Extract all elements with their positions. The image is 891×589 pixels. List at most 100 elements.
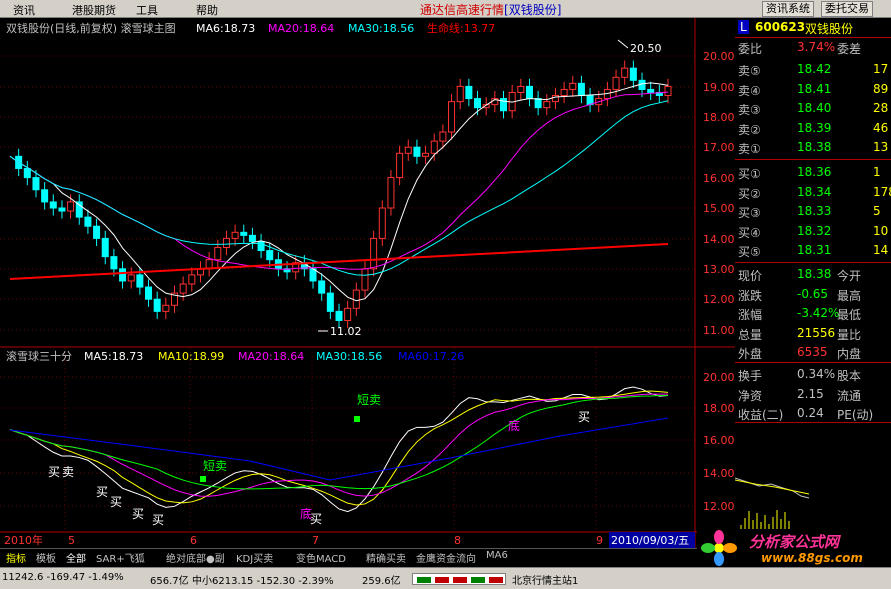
quote-stat-row: 现价 18.38 今开 — [738, 267, 862, 283]
buy-signal: 买 — [152, 513, 164, 527]
sub-y-tick: 12.00 — [703, 500, 735, 513]
app-title: 通达信高速行情[双钱股份] — [420, 3, 562, 17]
sub-y-tick: 20.00 — [703, 371, 735, 384]
sell-order-row: 卖① 18.38 13 — [738, 140, 889, 157]
buy-order-row: 买⑤ 18.31 14 — [738, 243, 889, 260]
sub-y-tick: 16.00 — [703, 434, 735, 447]
lifeline-label: 生命线:13.77 — [427, 21, 495, 35]
sz-amount: 259.6亿 — [362, 576, 401, 587]
y-tick: 18.00 — [703, 111, 735, 124]
menu-hk-futures[interactable]: 港股期货 — [72, 2, 116, 18]
tab-9[interactable]: MA6 — [486, 550, 508, 561]
quote-header: L 600623 双钱股份 — [735, 18, 891, 37]
buy-order-row: 买④ 18.32 10 — [738, 223, 889, 240]
sell-signal: 卖 — [62, 465, 74, 479]
tab-7[interactable]: 精确买卖 — [366, 550, 406, 565]
tab-1[interactable]: 模板 — [36, 550, 56, 565]
y-tick: 14.00 — [703, 233, 735, 246]
buy-order-row: 买③ 18.33 5 — [738, 204, 881, 221]
menu-tools[interactable]: 工具 — [136, 2, 158, 18]
indicator-tabbar: 指标 模板 全部 SAR+飞狐 绝对底部●副 KDJ买卖 变色MACD 精确买卖 金鹰资金流向 M… — [0, 548, 735, 566]
y-tick: 19.00 — [703, 81, 735, 94]
sh-amount: 656.7亿 — [150, 576, 189, 587]
buy-signal: 买 — [132, 507, 144, 521]
buy-signal: 买 — [110, 495, 122, 509]
sh-index: 11242.6 -169.47 -1.49% — [2, 572, 124, 583]
y-tick: 20.00 — [703, 50, 735, 63]
sz-index: 中小6213.15 -152.30 -2.39% — [192, 576, 334, 587]
main-chart-title: 双钱股份(日线,前复权) 滚雪球主图 — [6, 21, 176, 35]
intraday-mini-chart — [735, 477, 810, 531]
buy-signal: 买 — [310, 512, 322, 526]
quote-stat-row: 总量 21556 量比 — [738, 325, 862, 342]
tab-5[interactable]: KDJ买卖 — [236, 550, 273, 565]
order-ratio-row: 委比 3.74% 委差 — [738, 40, 862, 56]
flower-logo-icon — [701, 530, 737, 566]
menu-help[interactable]: 帮助 — [196, 2, 218, 18]
stock-name: 双钱股份 — [805, 22, 854, 36]
short-sell-signal: 短卖 — [203, 459, 227, 473]
sell-order-row: 卖⑤ 18.42 17 — [738, 62, 889, 78]
l-badge: L — [738, 20, 749, 34]
menubar: 资讯 港股期货 工具 帮助 通达信高速行情[双钱股份] 资讯系统 委托交易 — [0, 0, 891, 18]
sub-ma30-label: MA30:18.56 — [316, 350, 382, 363]
bottom-signal: 底 — [508, 418, 520, 433]
ma30-label: MA30:18.56 — [348, 22, 414, 35]
trade-button[interactable]: 委托交易 — [821, 1, 873, 17]
x-label: 7 — [312, 534, 319, 547]
y-tick: 15.00 — [703, 202, 735, 215]
quote-stat-row: 涨跌 -0.65 最高 — [738, 286, 862, 303]
buy-signal: 买 — [48, 465, 60, 479]
y-tick: 16.00 — [703, 172, 735, 185]
statusbar: 11242.6 -169.47 -1.49% 656.7亿 中小6213.15 … — [0, 567, 891, 589]
quote-stat-row: 涨幅 -3.42% 最低 — [738, 306, 862, 323]
tab-2[interactable]: 全部 — [66, 550, 86, 565]
x-label: 2010年 — [4, 533, 43, 547]
low-price-label: 11.02 — [330, 325, 362, 338]
quote-stat-row: 外盘 6535 内盘 — [738, 345, 862, 362]
kline-chart[interactable]: 双钱股份(日线,前复权) 滚雪球主图 MA6:18.73 MA20:18.64 … — [0, 18, 735, 548]
site-logo: 分析家公式网 www.88gs.com — [697, 529, 891, 567]
sub-y-tick: 14.00 — [703, 467, 735, 480]
stock-code: 600623 — [755, 20, 806, 34]
sub-ma5-label: MA5:18.73 — [84, 350, 143, 363]
sub-ma10-label: MA10:18.99 — [158, 350, 224, 363]
quote-stat2-row: 换手 0.34% 股本 — [738, 367, 862, 383]
x-label: 9 — [596, 534, 603, 547]
news-system-button[interactable]: 资讯系统 — [762, 1, 814, 17]
ma20-label: MA20:18.64 — [268, 22, 334, 35]
quote-panel: L 600623 双钱股份委比 3.74% 委差卖⑤ 18.42 17 卖④ 18.41 89 卖③… — [735, 18, 891, 532]
x-label: 8 — [454, 534, 461, 547]
ma6-label: MA6:18.73 — [196, 22, 255, 35]
tab-8[interactable]: 金鹰资金流向 — [416, 550, 476, 565]
y-tick: 12.00 — [703, 293, 735, 306]
menu-news[interactable]: 资讯 — [13, 2, 35, 18]
short-sell-signal: 短卖 — [357, 393, 381, 407]
sell-order-row: 卖② 18.39 46 — [738, 120, 889, 137]
y-tick: 17.00 — [703, 141, 735, 154]
sub-ma20-label: MA20:18.64 — [238, 350, 304, 363]
server-name[interactable]: 北京行情主站1 — [512, 572, 578, 587]
tab-0[interactable]: 指标 — [6, 550, 26, 565]
quote-stat2-row: 收益(二) 0.24 PE(动) — [738, 406, 874, 423]
sub-y-tick: 18.00 — [703, 402, 735, 415]
tab-3[interactable]: SAR+飞狐 — [96, 550, 145, 565]
current-date: 2010/09/03/五 — [611, 534, 689, 547]
x-label: 6 — [190, 534, 197, 547]
sell-order-row: 卖③ 18.40 28 — [738, 101, 889, 118]
sub-ma60-label: MA60:17.26 — [398, 350, 464, 363]
buy-order-row: 买②18.34178 — [738, 184, 891, 201]
market-bars-icon — [412, 573, 506, 585]
sub-chart-title: 滚雪球三十分 — [6, 349, 72, 363]
tab-4[interactable]: 绝对底部●副 — [166, 550, 225, 565]
tab-6[interactable]: 变色MACD — [296, 550, 346, 565]
buy-order-row: 买① 18.36 1 — [738, 165, 881, 181]
quote-stat2-row: 净资 2.15 流通 — [738, 386, 862, 403]
buy-signal: 买 — [96, 485, 108, 499]
logo-text: 分析家公式网 — [749, 533, 840, 551]
y-tick: 13.00 — [703, 263, 735, 276]
x-label: 5 — [68, 534, 75, 547]
sell-order-row: 卖④ 18.41 89 — [738, 81, 889, 98]
logo-url: www.88gs.com — [761, 551, 863, 565]
y-tick: 11.00 — [703, 324, 735, 337]
